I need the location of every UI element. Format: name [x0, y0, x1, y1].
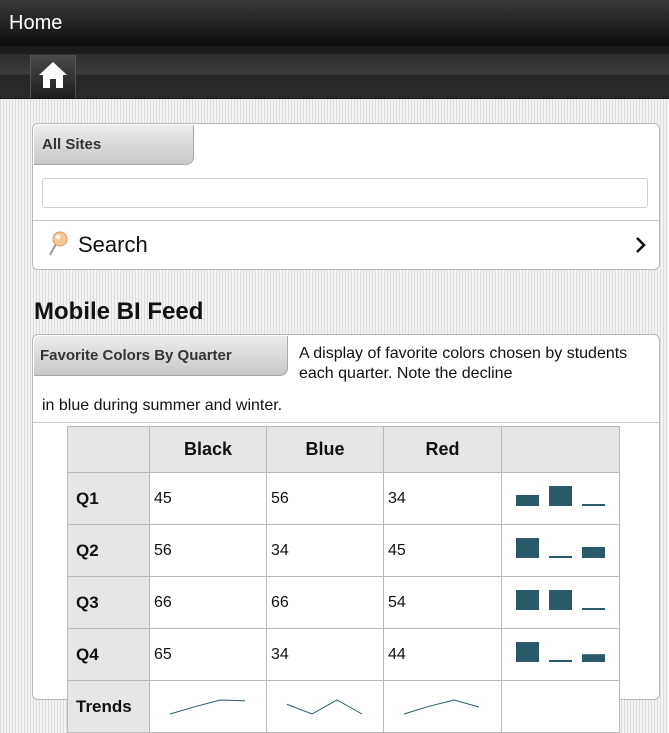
line-sparkline — [169, 699, 246, 715]
row-label: Q4 — [67, 628, 150, 681]
spark-bar — [549, 486, 572, 506]
title-bar: Home — [0, 0, 669, 46]
row-bar-sparkline — [501, 472, 620, 525]
row-label: Q1 — [67, 472, 150, 525]
row-bar-sparkline — [501, 628, 620, 681]
nav-bar — [0, 46, 669, 99]
table-header-row: Black Blue Red — [67, 426, 620, 473]
table-cell: 56 — [149, 524, 267, 577]
spark-bar — [549, 660, 572, 662]
divider — [33, 422, 659, 423]
spark-bar — [549, 590, 572, 610]
column-header-black: Black — [149, 426, 267, 473]
column-header-red: Red — [383, 426, 502, 473]
row-bar-sparkline — [501, 576, 620, 629]
data-table: Black Blue Red Q1 45 56 34 Q2 56 34 45 Q… — [67, 426, 620, 733]
search-panel: All Sites Search — [32, 123, 660, 270]
trend-line — [169, 699, 246, 715]
chevron-right-icon — [636, 237, 646, 253]
spark-bar — [582, 547, 605, 558]
bar-sparkline — [516, 590, 605, 610]
table-cell: 34 — [383, 472, 502, 525]
bar-sparkline — [516, 642, 605, 662]
table-cell: 54 — [383, 576, 502, 629]
row-label: Q2 — [67, 524, 150, 577]
spark-bar — [582, 608, 605, 610]
table-cell: 34 — [266, 628, 384, 681]
feed-card: Favorite Colors By Quarter A display of … — [32, 334, 660, 733]
table-cell: 45 — [383, 524, 502, 577]
home-button[interactable] — [30, 55, 76, 98]
table-cell: 66 — [266, 576, 384, 629]
column-header-blue: Blue — [266, 426, 384, 473]
card-description-continued: in blue during summer and winter. — [42, 397, 283, 414]
line-sparkline — [403, 699, 480, 715]
feed-title: Mobile BI Feed — [34, 298, 204, 325]
bar-sparkline — [516, 538, 605, 558]
home-icon — [39, 62, 67, 88]
spark-bar — [516, 642, 539, 662]
search-scope-tab[interactable]: All Sites — [34, 125, 194, 165]
row-label: Q3 — [67, 576, 150, 629]
row-bar-sparkline — [501, 524, 620, 577]
card-title-tab[interactable]: Favorite Colors By Quarter — [34, 336, 288, 376]
spark-bar — [582, 654, 605, 662]
column-header-sparkline — [501, 426, 620, 473]
table-row: Q4 65 34 44 — [67, 628, 620, 681]
table-row: Q1 45 56 34 — [67, 472, 620, 525]
spark-bar — [549, 556, 572, 558]
table-cell: 45 — [149, 472, 267, 525]
table-cell: 65 — [149, 628, 267, 681]
pushpin-search-icon — [49, 231, 68, 256]
spark-bar — [516, 538, 539, 558]
search-input[interactable] — [42, 178, 648, 208]
card-description: A display of favorite colors chosen by s… — [299, 345, 628, 382]
table-row: Q2 56 34 45 — [67, 524, 620, 577]
line-sparkline — [286, 699, 363, 715]
spark-bar — [516, 495, 539, 506]
trend-line — [286, 699, 363, 715]
page-title: Home — [9, 12, 63, 34]
bar-sparkline — [516, 486, 605, 506]
spark-bar — [516, 590, 539, 610]
table-row: Q3 66 66 54 — [67, 576, 620, 629]
search-button[interactable]: Search — [33, 221, 659, 268]
table-cell: 66 — [149, 576, 267, 629]
trend-line — [403, 699, 480, 715]
search-label: Search — [78, 232, 148, 257]
table-cell: 44 — [383, 628, 502, 681]
column-header — [67, 426, 150, 473]
table-cell: 56 — [266, 472, 384, 525]
table-cell: 34 — [266, 524, 384, 577]
spark-bar — [582, 504, 605, 506]
